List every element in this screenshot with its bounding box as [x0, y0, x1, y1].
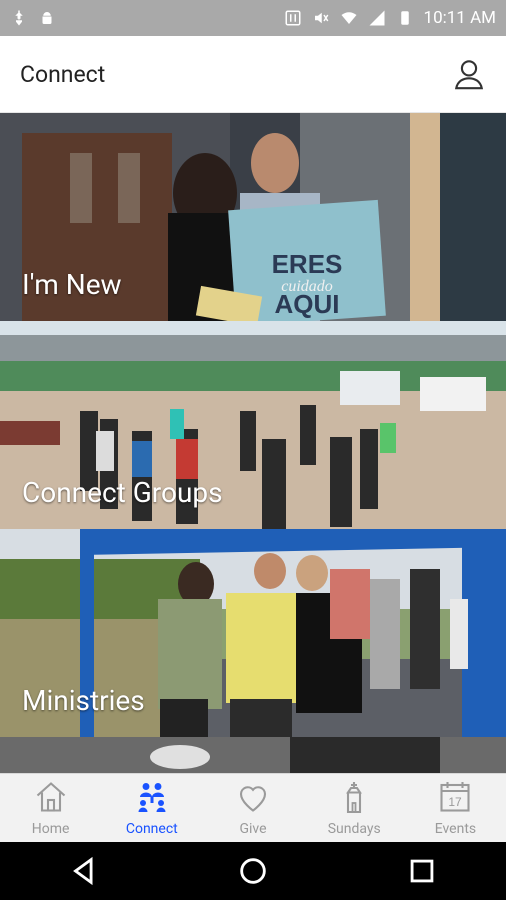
card-ministries-label: Ministries	[22, 684, 145, 717]
card-connect-groups-label: Connect Groups	[22, 476, 223, 509]
tab-sundays[interactable]: Sundays	[304, 774, 405, 842]
card-connect-groups[interactable]: Connect Groups	[0, 321, 506, 529]
android-icon	[42, 12, 52, 24]
calendar-icon: 17	[440, 782, 470, 812]
card-im-new[interactable]: ERES cuidado AQUI I'm New	[0, 113, 506, 321]
tab-connect-label: Connect	[125, 821, 178, 837]
tab-home-label: Home	[31, 821, 70, 837]
tab-give[interactable]: Give	[202, 774, 303, 842]
card-partial[interactable]	[0, 737, 506, 773]
tab-give-label: Give	[239, 821, 267, 837]
connect-list[interactable]: ERES cuidado AQUI I'm New Connect Groups…	[0, 113, 506, 773]
signal-icon	[369, 10, 385, 26]
partial-photo	[0, 737, 506, 773]
system-nav-bar	[0, 842, 506, 900]
tab-sundays-label: Sundays	[327, 821, 381, 837]
app-bar: Connect	[0, 36, 506, 113]
nfc-icon	[285, 10, 301, 26]
usb-icon	[15, 10, 23, 26]
sign-text-eres: ERES	[272, 249, 343, 279]
tab-events[interactable]: 17 Events	[405, 774, 506, 842]
card-ministries[interactable]: Ministries	[0, 529, 506, 737]
tab-connect[interactable]: Connect	[101, 774, 202, 842]
mute-icon	[314, 12, 328, 24]
page-title: Connect	[20, 60, 106, 88]
connect-icon	[138, 783, 166, 812]
status-time: 10:11 AM	[423, 8, 496, 28]
tab-home[interactable]: Home	[0, 774, 101, 842]
calendar-day: 17	[449, 795, 463, 809]
church-icon	[346, 782, 363, 814]
wifi-icon	[341, 12, 357, 24]
card-im-new-label: I'm New	[22, 268, 122, 301]
back-icon[interactable]	[67, 854, 101, 888]
tab-events-label: Events	[434, 821, 477, 837]
sign-text-aqui: AQUI	[275, 289, 340, 319]
home-icon	[36, 782, 65, 812]
home-nav-icon[interactable]	[236, 854, 270, 888]
profile-icon[interactable]	[452, 57, 486, 91]
battery-icon	[400, 11, 409, 25]
heart-icon	[239, 786, 267, 812]
status-bar: 10:11 AM	[0, 0, 506, 36]
bottom-tab-bar: Home Connect Give Sundays 17 Events	[0, 773, 506, 842]
recents-icon[interactable]	[405, 854, 439, 888]
